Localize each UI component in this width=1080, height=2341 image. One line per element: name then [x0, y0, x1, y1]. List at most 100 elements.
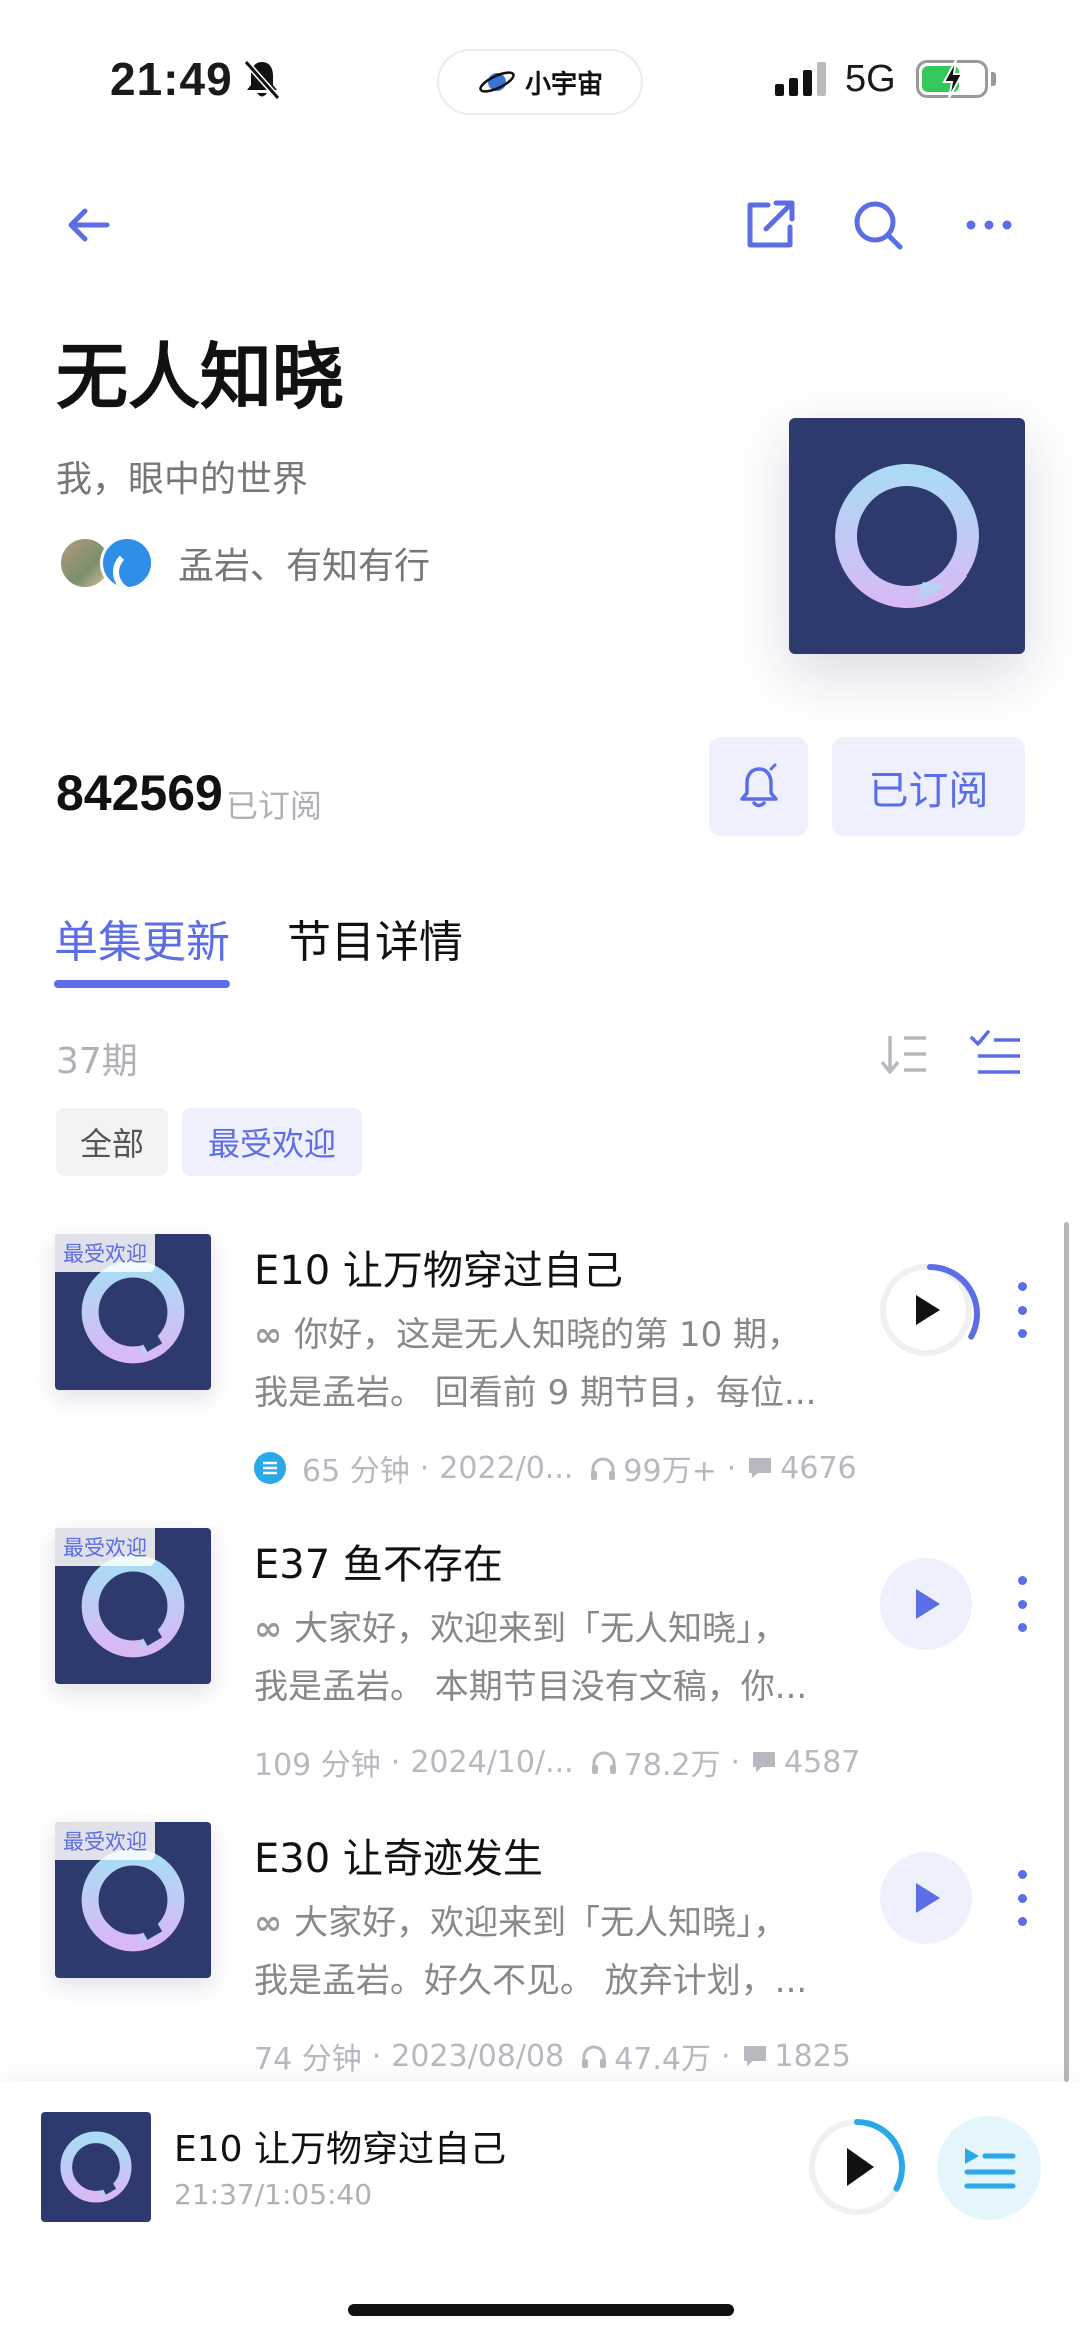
- tab-episodes[interactable]: 单集更新: [54, 906, 230, 970]
- more-button[interactable]: [954, 190, 1024, 260]
- episode-desc-line: 大家好，欢迎来到「无人知晓」，: [294, 1609, 788, 1649]
- episode-desc-line: 我是孟岩。好久不见。 放弃计划，...: [254, 1961, 808, 2001]
- subscribed-button[interactable]: 已订阅: [832, 737, 1025, 836]
- play-icon: [916, 1589, 940, 1619]
- episode-item[interactable]: 最受欢迎 E30 让奇迹发生 ∞ 大家好，欢迎来到「无人知晓」， 我是孟岩。好久…: [0, 1822, 1080, 2116]
- mini-player-title: E10 让万物穿过自己: [174, 2129, 506, 2170]
- episode-desc-line: 我是孟岩。 回看前 9 期节目，每位...: [254, 1373, 817, 1413]
- comment-icon: [743, 2046, 766, 2066]
- episode-comments: 1825: [774, 2038, 851, 2074]
- episode-more-button[interactable]: [1008, 1870, 1036, 1926]
- mini-play-button[interactable]: [806, 2116, 908, 2218]
- back-button[interactable]: [54, 190, 124, 260]
- arrow-left-icon: [68, 208, 110, 242]
- episode-desc-line: 我是孟岩。 本期节目没有文稿，你...: [254, 1667, 808, 1707]
- episode-duration: 65 分钟: [302, 1454, 410, 1489]
- episode-comments: 4676: [780, 1450, 857, 1486]
- tab-details[interactable]: 节目详情: [287, 906, 463, 970]
- playlist-icon: [964, 2148, 1016, 2189]
- episode-item[interactable]: 最受欢迎 E10 让万物穿过自己 ∞ 你好，这是无人知晓的第 10 期， 我是孟…: [0, 1234, 1080, 1528]
- status-time: 21:49: [110, 53, 233, 105]
- podcast-logo-icon: [81, 1848, 185, 1952]
- podcast-logo-icon: [81, 1260, 185, 1364]
- play-button[interactable]: [880, 1264, 980, 1356]
- episode-duration: 74 分钟: [254, 2042, 362, 2077]
- share-icon: [747, 200, 795, 248]
- status-bar: 21:49 小宇宙 5G: [0, 0, 1080, 160]
- comment-icon: [749, 1458, 772, 1478]
- episode-description: ∞ 大家好，欢迎来到「无人知晓」， 我是孟岩。 本期节目没有文稿，你...: [254, 1600, 854, 1716]
- charging-bolt-icon: [942, 59, 964, 99]
- episode-count: 37期: [56, 1041, 138, 1082]
- episode-plays: 47.4万: [614, 2042, 711, 2077]
- episode-description: ∞ 大家好，欢迎来到「无人知晓」， 我是孟岩。好久不见。 放弃计划，...: [254, 1894, 854, 2010]
- episode-title: E30 让奇迹发生: [254, 1836, 543, 1882]
- episode-title: E37 鱼不存在: [254, 1542, 503, 1588]
- episode-cover: 最受欢迎: [55, 1234, 211, 1390]
- episode-date: 2024/10/...: [410, 1744, 574, 1780]
- episode-more-button[interactable]: [1008, 1576, 1036, 1632]
- play-button[interactable]: [880, 1558, 972, 1650]
- podcast-logo-icon: [835, 464, 979, 608]
- episode-item[interactable]: 最受欢迎 E37 鱼不存在 ∞ 大家好，欢迎来到「无人知晓」， 我是孟岩。 本期…: [0, 1528, 1080, 1822]
- search-button[interactable]: [843, 190, 913, 260]
- podcast-title: 无人知晓: [56, 335, 345, 419]
- filter-all[interactable]: 全部: [56, 1108, 168, 1176]
- list-badge-icon: [254, 1452, 286, 1484]
- episode-title: E10 让万物穿过自己: [254, 1248, 623, 1294]
- transcript-icon: ∞: [254, 1315, 295, 1355]
- home-indicator[interactable]: [348, 2304, 734, 2316]
- episode-description: ∞ 你好，这是无人知晓的第 10 期， 我是孟岩。 回看前 9 期节目，每位..…: [254, 1306, 854, 1422]
- filter-popular[interactable]: 最受欢迎: [182, 1108, 362, 1176]
- episode-more-button[interactable]: [1008, 1282, 1036, 1338]
- author-avatar: [100, 536, 154, 590]
- mini-player-cover: [41, 2112, 151, 2222]
- bell-icon: [739, 763, 778, 807]
- play-icon: [916, 1883, 940, 1913]
- episode-meta: 65 分钟 · 2022/0... 99万+ · 4676: [254, 1446, 857, 1490]
- episode-cover: 最受欢迎: [55, 1528, 211, 1684]
- episode-comments: 4587: [784, 1744, 861, 1780]
- authors-row[interactable]: 孟岩、有知有行: [58, 536, 430, 590]
- podcast-logo-icon: [81, 1554, 185, 1658]
- share-button[interactable]: [735, 190, 805, 260]
- popular-badge: 最受欢迎: [55, 1234, 155, 1272]
- bell-off-icon: [243, 60, 281, 100]
- headphones-icon: [591, 1457, 616, 1480]
- battery-cap: [991, 72, 996, 86]
- play-progress-ring: [809, 2119, 905, 2215]
- podcast-subtitle: 我，眼中的世界: [56, 459, 309, 500]
- comment-icon: [753, 1752, 776, 1772]
- episode-cover: 最受欢迎: [55, 1822, 211, 1978]
- popular-badge: 最受欢迎: [55, 1528, 155, 1566]
- search-icon: [854, 201, 903, 250]
- app-pill-label: 小宇宙: [524, 69, 603, 100]
- headphones-icon: [591, 1751, 616, 1774]
- play-button[interactable]: [880, 1852, 972, 1944]
- app-pill[interactable]: 小宇宙: [437, 49, 643, 115]
- transcript-icon: ∞: [254, 1609, 295, 1649]
- playlist-button[interactable]: [937, 2116, 1041, 2220]
- signal-icon: [775, 62, 826, 96]
- mini-player-time: 21:37/1:05:40: [174, 2178, 373, 2211]
- subscriber-count: 842569: [56, 765, 223, 821]
- tab-indicator: [54, 980, 230, 988]
- mini-player[interactable]: E10 让万物穿过自己 21:37/1:05:40: [0, 2082, 1080, 2341]
- subscriber-label: 已订阅: [226, 787, 323, 825]
- network-label: 5G: [845, 58, 896, 100]
- episode-plays: 78.2万: [623, 1748, 721, 1783]
- episode-plays: 99万+: [623, 1454, 717, 1489]
- transcript-icon: ∞: [254, 1903, 295, 1943]
- multi-select-icon[interactable]: [968, 1026, 1024, 1082]
- episode-date: 2022/0...: [439, 1450, 574, 1486]
- episode-meta: 74 分钟 · 2023/08/08 47.4万 · 1825: [254, 2034, 851, 2078]
- headphones-icon: [582, 2045, 607, 2068]
- episode-duration: 109 分钟: [254, 1748, 381, 1783]
- scrollbar[interactable]: [1064, 1222, 1069, 2082]
- sort-icon[interactable]: [876, 1026, 932, 1082]
- popular-badge: 最受欢迎: [55, 1822, 155, 1860]
- podcast-cover: [789, 418, 1025, 654]
- authors-label: 孟岩、有知有行: [178, 546, 431, 587]
- notify-button[interactable]: [709, 737, 808, 836]
- episode-meta: 109 分钟 · 2024/10/... 78.2万 · 4587: [254, 1740, 860, 1784]
